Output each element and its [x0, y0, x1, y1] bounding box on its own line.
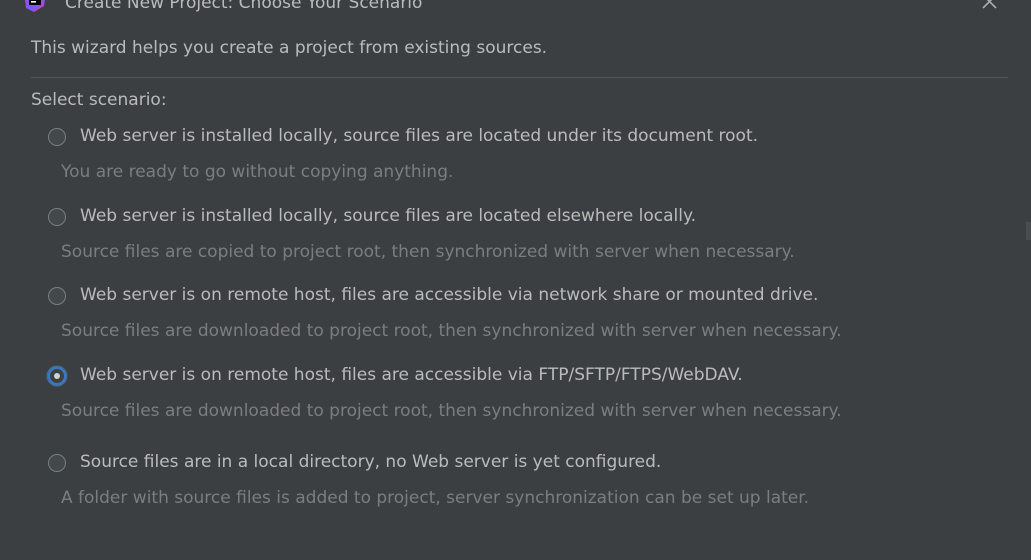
select-scenario-label: Select scenario: [31, 90, 167, 110]
option-hint: A folder with source files is added to p… [61, 488, 810, 508]
scenario-option-remote-ftp[interactable]: Web server is on remote host, files are … [45, 363, 985, 393]
title-bar: Create New Project: Choose Your Scenario [0, 0, 1031, 16]
option-label: Web server is installed locally, source … [80, 206, 697, 226]
radio-button[interactable] [48, 287, 66, 305]
option-label: Web server is on remote host, files are … [80, 285, 819, 305]
scenario-option-local-docroot[interactable]: Web server is installed locally, source … [45, 124, 985, 154]
divider [31, 77, 1008, 78]
close-icon[interactable] [980, 0, 1000, 12]
option-hint: Source files are copied to project root,… [61, 242, 795, 262]
window-title: Create New Project: Choose Your Scenario [65, 0, 423, 13]
scenario-option-no-webserver[interactable]: Source files are in a local directory, n… [45, 450, 985, 480]
dialog-window: Create New Project: Choose Your Scenario… [0, 0, 1031, 560]
option-hint: You are ready to go without copying anyt… [61, 162, 454, 182]
option-label: Web server is installed locally, source … [80, 126, 759, 146]
radio-button[interactable] [48, 208, 66, 226]
option-label: Web server is on remote host, files are … [80, 365, 743, 385]
radio-button[interactable] [48, 454, 66, 472]
scenario-option-remote-network-share[interactable]: Web server is on remote host, files are … [45, 283, 985, 313]
phpstorm-app-icon [22, 0, 48, 14]
window-edge-mark [1026, 222, 1031, 240]
radio-button[interactable] [48, 128, 66, 146]
option-hint: Source files are downloaded to project r… [61, 401, 842, 421]
scenario-option-local-elsewhere[interactable]: Web server is installed locally, source … [45, 204, 985, 234]
intro-text: This wizard helps you create a project f… [31, 38, 548, 58]
option-hint: Source files are downloaded to project r… [61, 321, 842, 341]
radio-button-selected[interactable] [48, 367, 66, 385]
option-label: Source files are in a local directory, n… [80, 452, 662, 472]
